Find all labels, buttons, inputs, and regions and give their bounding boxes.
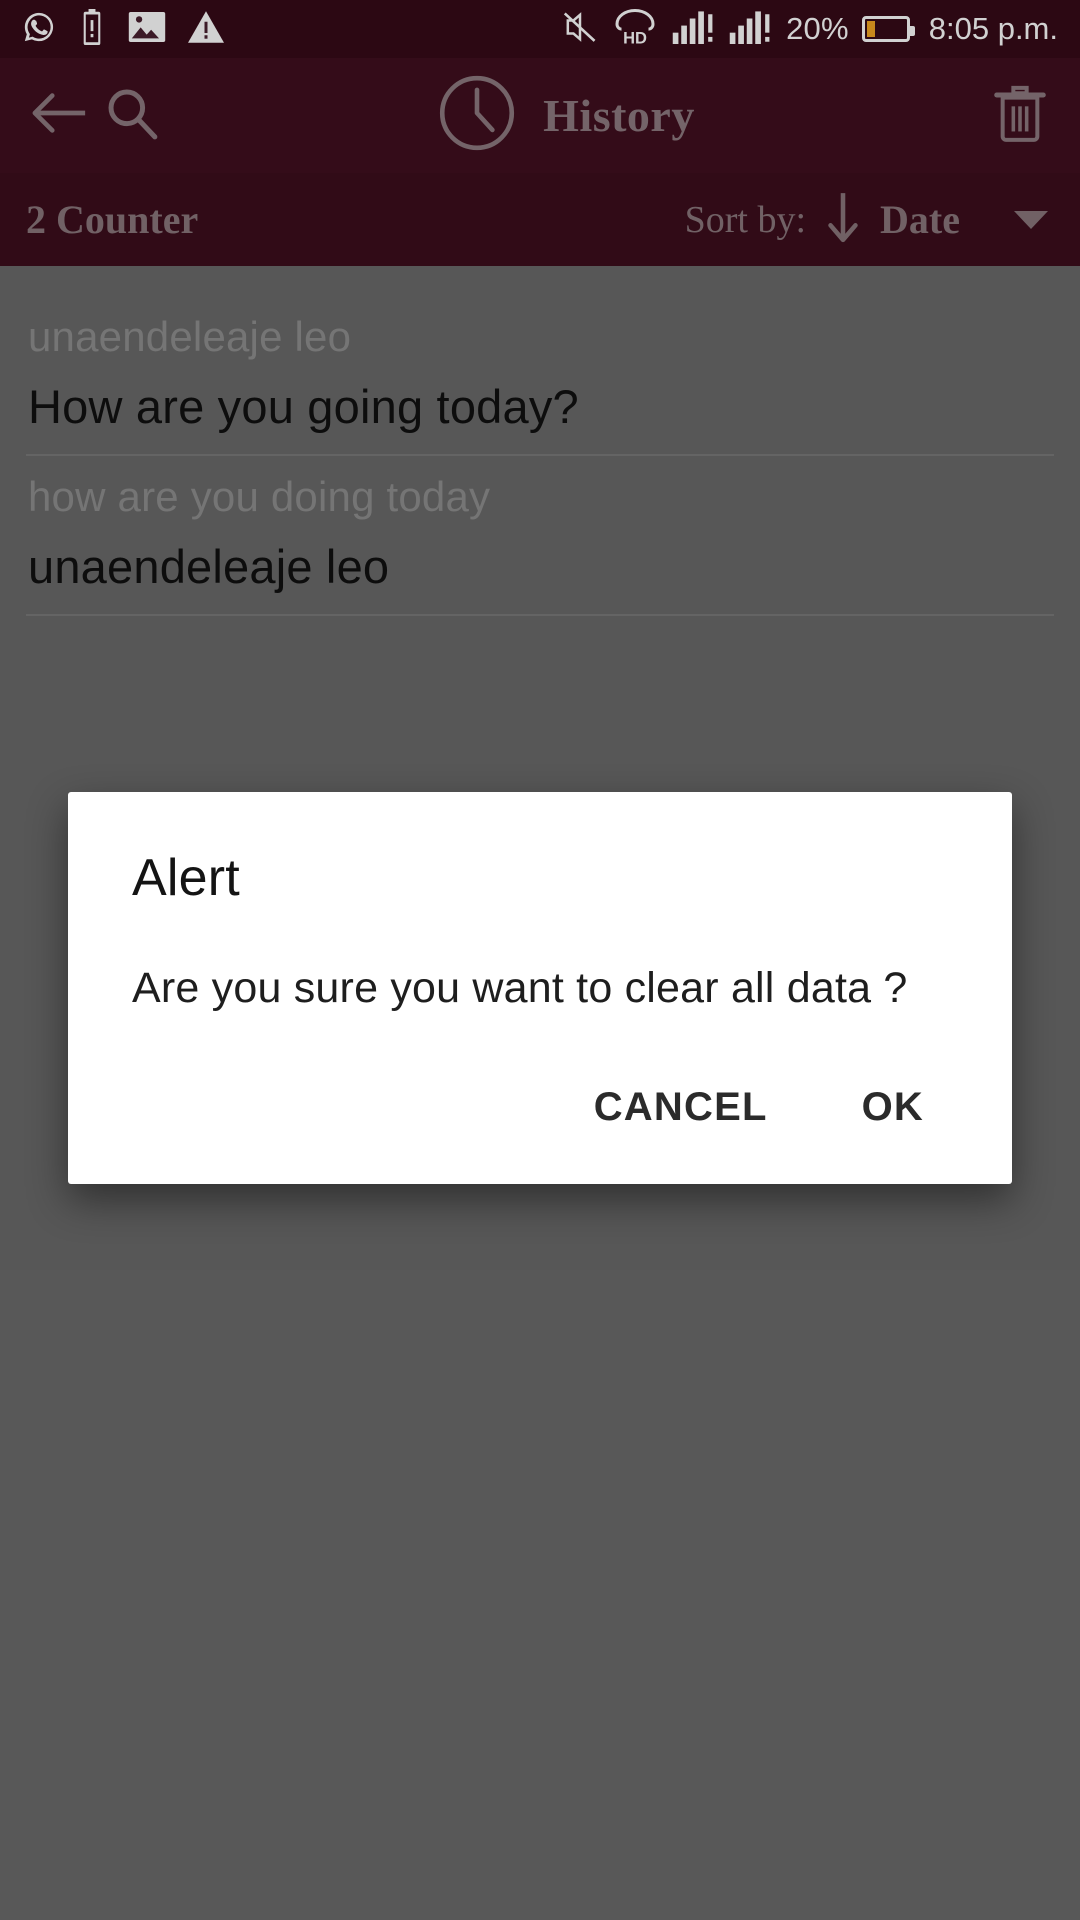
alert-dialog: Alert Are you sure you want to clear all…: [68, 792, 1012, 1184]
cancel-button[interactable]: CANCEL: [566, 1067, 796, 1148]
dialog-message: Are you sure you want to clear all data …: [132, 964, 908, 1012]
phone-screen: HD 20% 8:05 p.m. History 2 Counter Sort …: [0, 0, 1080, 1920]
ok-button[interactable]: OK: [834, 1067, 952, 1148]
dialog-title: Alert: [132, 849, 240, 907]
dialog-actions: CANCEL OK: [566, 1067, 952, 1148]
